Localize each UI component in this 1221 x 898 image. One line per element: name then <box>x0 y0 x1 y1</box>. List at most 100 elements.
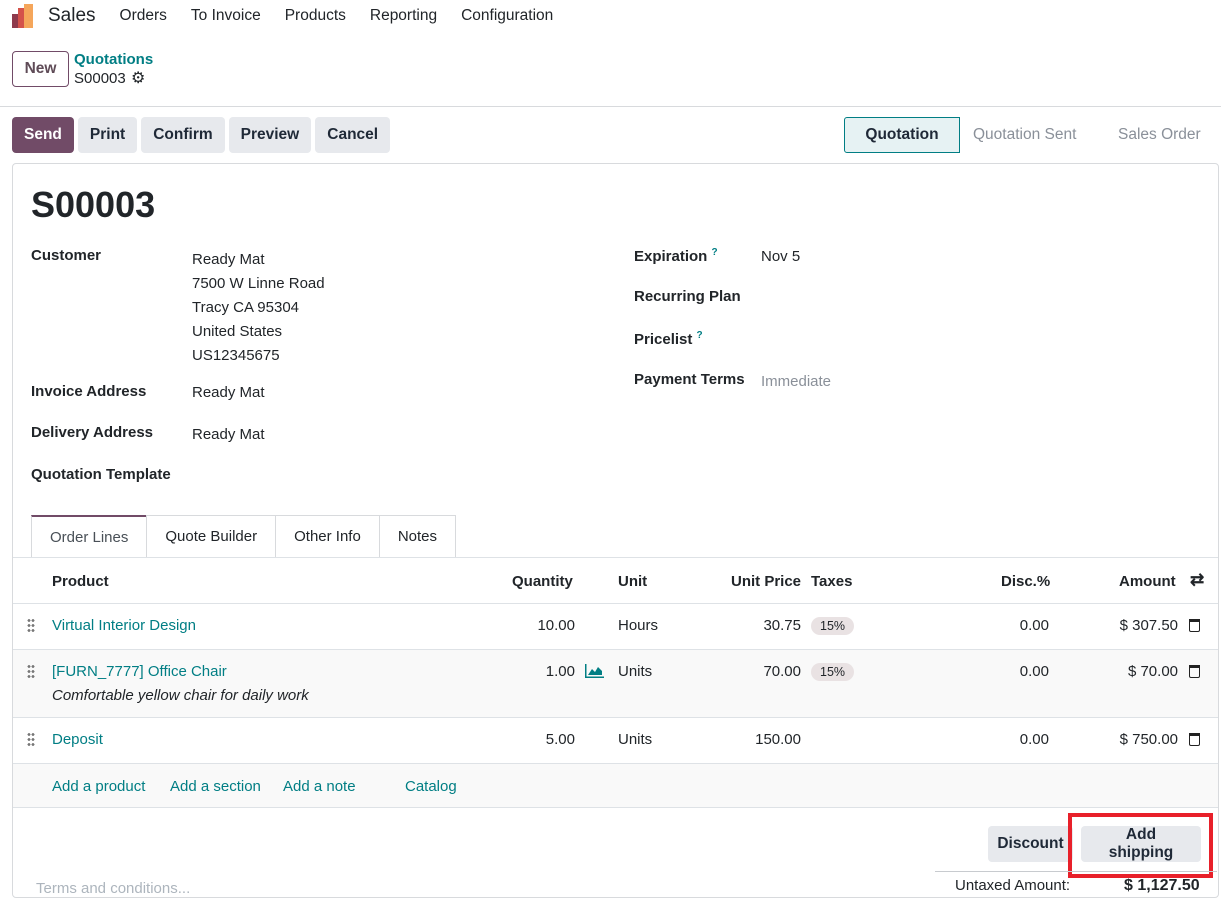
amount: $ 70.00 <box>1127 663 1178 680</box>
divider <box>935 871 1217 872</box>
menu-to-invoice[interactable]: To Invoice <box>191 7 261 25</box>
customer-field[interactable]: Ready Mat 7500 W Linne Road Tracy CA 953… <box>192 248 325 368</box>
stage-sales-order[interactable]: Sales Order <box>1118 117 1201 153</box>
recurring-plan-label: Recurring Plan <box>634 288 741 305</box>
sales-app-logo-icon <box>12 4 36 28</box>
customer-label: Customer <box>31 247 102 264</box>
gear-icon[interactable]: ⚙ <box>131 68 145 88</box>
discount[interactable]: 0.00 <box>970 617 1049 634</box>
print-button[interactable]: Print <box>77 117 138 153</box>
action-buttons: Send Print Confirm Preview Cancel <box>12 117 391 153</box>
menu-reporting[interactable]: Reporting <box>370 7 437 25</box>
menu-configuration[interactable]: Configuration <box>461 7 553 25</box>
drag-handle-icon[interactable] <box>27 618 35 632</box>
customer-country: United States <box>192 323 283 340</box>
add-note-link[interactable]: Add a note <box>283 778 356 795</box>
divider <box>13 557 1218 558</box>
tax-badge: 15% <box>811 663 855 681</box>
invoice-address-field[interactable]: Ready Mat <box>192 384 265 401</box>
record-title: S00003 <box>31 184 156 225</box>
confirm-button[interactable]: Confirm <box>141 117 225 153</box>
product-description[interactable]: Comfortable yellow chair for daily work <box>52 687 309 704</box>
discount[interactable]: 0.00 <box>970 663 1049 680</box>
unit[interactable]: Units <box>618 731 652 748</box>
divider <box>13 603 1218 604</box>
col-product[interactable]: Product <box>52 573 109 590</box>
unit-price[interactable]: 70.00 <box>720 663 801 680</box>
pricelist-label-text: Pricelist <box>634 331 693 348</box>
trash-icon[interactable] <box>1189 619 1200 632</box>
col-amount[interactable]: Amount <box>1119 573 1176 590</box>
tax-badge: 15% <box>811 617 855 635</box>
cancel-button[interactable]: Cancel <box>315 117 391 153</box>
payment-terms-label: Payment Terms <box>634 371 745 388</box>
stage-quotation-sent[interactable]: Quotation Sent <box>973 117 1076 153</box>
col-taxes[interactable]: Taxes <box>811 573 852 590</box>
customer-vat: US12345675 <box>192 347 280 364</box>
notebook-tabs: Order Lines Quote Builder Other Info Not… <box>31 515 456 557</box>
payment-terms-field[interactable]: Immediate <box>761 373 831 390</box>
col-unit[interactable]: Unit <box>618 573 647 590</box>
expiration-label: Expiration ? <box>634 247 718 265</box>
breadcrumb-current: S00003 <box>74 70 126 87</box>
drag-handle-icon[interactable] <box>27 664 35 678</box>
tab-notes[interactable]: Notes <box>378 515 456 557</box>
new-button[interactable]: New <box>12 51 69 87</box>
untaxed-amount-label: Untaxed Amount: <box>955 877 1071 894</box>
col-quantity[interactable]: Quantity <box>512 573 573 590</box>
product-link[interactable]: Deposit <box>52 731 103 748</box>
divider <box>13 717 1218 718</box>
help-icon[interactable]: ? <box>712 247 718 258</box>
unit[interactable]: Hours <box>618 617 658 634</box>
amount: $ 307.50 <box>1119 617 1178 634</box>
discount-button[interactable]: Discount <box>988 826 1073 862</box>
expiration-field[interactable]: Nov 5 <box>761 248 800 265</box>
forecast-chart-icon[interactable] <box>585 664 604 682</box>
trash-icon[interactable] <box>1189 665 1200 678</box>
quantity[interactable]: 10.00 <box>500 617 575 634</box>
col-unit-price[interactable]: Unit Price <box>731 573 801 590</box>
terms-conditions-input[interactable]: Terms and conditions... <box>36 880 190 897</box>
drag-handle-icon[interactable] <box>27 732 35 746</box>
add-section-link[interactable]: Add a section <box>170 778 261 795</box>
menu-products[interactable]: Products <box>285 7 346 25</box>
customer-city: Tracy CA 95304 <box>192 299 299 316</box>
table-row[interactable] <box>13 650 1218 717</box>
col-disc[interactable]: Disc.% <box>1001 573 1050 590</box>
tab-order-lines[interactable]: Order Lines <box>31 515 148 557</box>
unit[interactable]: Units <box>618 663 652 680</box>
quantity[interactable]: 5.00 <box>500 731 575 748</box>
add-product-link[interactable]: Add a product <box>52 778 145 795</box>
delivery-address-label: Delivery Address <box>31 424 154 441</box>
menu-orders[interactable]: Orders <box>120 7 167 25</box>
highlight-box <box>1068 813 1213 878</box>
send-button[interactable]: Send <box>12 117 74 153</box>
trash-icon[interactable] <box>1189 733 1200 746</box>
preview-button[interactable]: Preview <box>228 117 312 153</box>
stage-quotation[interactable]: Quotation <box>844 117 960 153</box>
divider <box>13 807 1218 808</box>
tab-other-info[interactable]: Other Info <box>275 515 380 557</box>
discount[interactable]: 0.00 <box>970 731 1049 748</box>
quantity[interactable]: 1.00 <box>500 663 575 680</box>
delivery-address-field[interactable]: Ready Mat <box>192 426 265 443</box>
catalog-link[interactable]: Catalog <box>405 778 457 795</box>
untaxed-amount-value: $ 1,127.50 <box>1124 877 1200 894</box>
unit-price[interactable]: 150.00 <box>720 731 801 748</box>
breadcrumb-quotations[interactable]: Quotations <box>74 51 153 68</box>
customer-street: 7500 W Linne Road <box>192 275 325 292</box>
pricelist-label: Pricelist ? <box>634 330 703 348</box>
product-link[interactable]: [FURN_7777] Office Chair <box>52 663 227 680</box>
column-settings-icon[interactable]: ⇄ <box>1190 570 1204 590</box>
amount: $ 750.00 <box>1119 731 1178 748</box>
expiration-label-text: Expiration <box>634 248 708 265</box>
help-icon[interactable]: ? <box>697 330 703 341</box>
unit-price[interactable]: 30.75 <box>720 617 801 634</box>
invoice-address-label: Invoice Address <box>31 383 147 400</box>
app-name[interactable]: Sales <box>48 5 96 27</box>
divider <box>0 106 1221 107</box>
product-link[interactable]: Virtual Interior Design <box>52 617 196 634</box>
top-navbar: Sales Orders To Invoice Products Reporti… <box>0 0 1221 32</box>
tab-quote-builder[interactable]: Quote Builder <box>146 515 277 557</box>
customer-name: Ready Mat <box>192 251 265 268</box>
